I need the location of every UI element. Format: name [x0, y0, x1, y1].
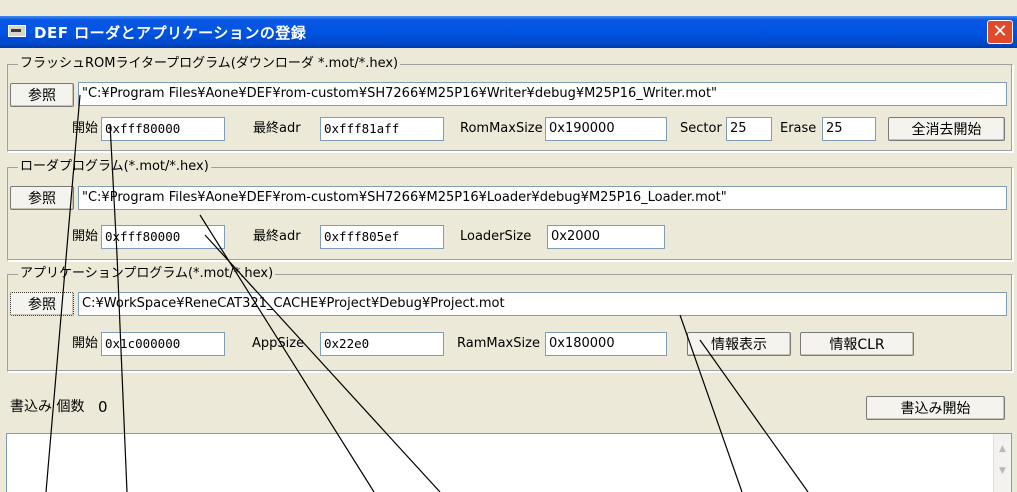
erase-all-start-button[interactable]: 全消去開始 — [888, 117, 1005, 141]
application-group-title: アプリケーションプログラム(*.mot/*.hex) — [18, 266, 276, 282]
writer-rommax-field[interactable]: 0x190000 — [545, 117, 667, 141]
writer-browse-button[interactable]: 参照 — [10, 83, 74, 107]
application-path-field[interactable]: C:¥WorkSpace¥ReneCAT321_CACHE¥Project¥De… — [78, 292, 1007, 316]
loader-end-label: 最終adr — [253, 229, 301, 244]
title-bar[interactable]: DEF ローダとアプリケーションの登録 ✕ — [0, 16, 1017, 48]
output-log-area[interactable]: ▲ ▼ — [6, 433, 1012, 492]
application-rammax-field[interactable]: 0x180000 — [545, 332, 667, 356]
loader-group-title: ローダプログラム(*.mot/*.hex) — [18, 159, 211, 175]
writer-group-title: フラッシュROMライタープログラム(ダウンローダ *.mot/*.hex) — [18, 56, 401, 72]
info-show-button[interactable]: 情報表示 — [687, 332, 791, 356]
close-button[interactable]: ✕ — [987, 20, 1013, 44]
loader-size-label: LoaderSize — [460, 229, 532, 244]
write-count-label: 書込み 個数 — [10, 399, 85, 415]
loader-size-field[interactable]: 0x2000 — [547, 225, 665, 249]
loader-start-field[interactable]: 0xfff80000 — [101, 225, 225, 249]
def-loader-dialog: DEF ローダとアプリケーションの登録 ✕ フラッシュROMライタープログラム(… — [0, 0, 1017, 492]
application-size-field[interactable]: 0x22e0 — [320, 332, 444, 356]
loader-end-field[interactable]: 0xfff805ef — [320, 225, 444, 249]
window-title: DEF ローダとアプリケーションの登録 — [34, 24, 307, 42]
writer-erase-field[interactable]: 25 — [822, 117, 876, 141]
application-start-field[interactable]: 0x1c000000 — [101, 332, 225, 356]
application-rammax-label: RamMaxSize — [457, 336, 540, 351]
app-window-icon — [8, 25, 26, 37]
writer-path-field[interactable]: "C:¥Program Files¥Aone¥DEF¥rom-custom¥SH… — [78, 82, 1007, 106]
loader-start-label: 開始 — [72, 229, 99, 244]
loader-path-field[interactable]: "C:¥Program Files¥Aone¥DEF¥rom-custom¥SH… — [78, 186, 1007, 210]
write-count-value: 0 — [98, 398, 108, 416]
info-clear-button[interactable]: 情報CLR — [800, 332, 914, 356]
application-start-label: 開始 — [72, 336, 99, 351]
write-start-button[interactable]: 書込み開始 — [866, 396, 1005, 420]
writer-sector-field[interactable]: 25 — [726, 117, 772, 141]
writer-erase-label: Erase — [780, 121, 817, 136]
log-scrollbar[interactable]: ▲ ▼ — [993, 434, 1011, 492]
loader-browse-button[interactable]: 参照 — [10, 186, 74, 210]
writer-end-label: 最終adr — [253, 121, 301, 136]
writer-start-field[interactable]: 0xfff80000 — [101, 117, 225, 141]
application-browse-button[interactable]: 参照 — [10, 292, 74, 316]
application-program-group: アプリケーションプログラム(*.mot/*.hex) — [7, 266, 1013, 372]
writer-end-field[interactable]: 0xfff81aff — [320, 117, 444, 141]
scroll-down-arrow-icon[interactable]: ▼ — [995, 464, 1010, 479]
writer-start-label: 開始 — [72, 121, 99, 136]
scroll-up-arrow-icon[interactable]: ▲ — [995, 442, 1010, 457]
writer-sector-label: Sector — [680, 121, 722, 136]
application-size-label: AppSize — [252, 336, 305, 351]
writer-rommax-label: RomMaxSize — [460, 121, 543, 136]
